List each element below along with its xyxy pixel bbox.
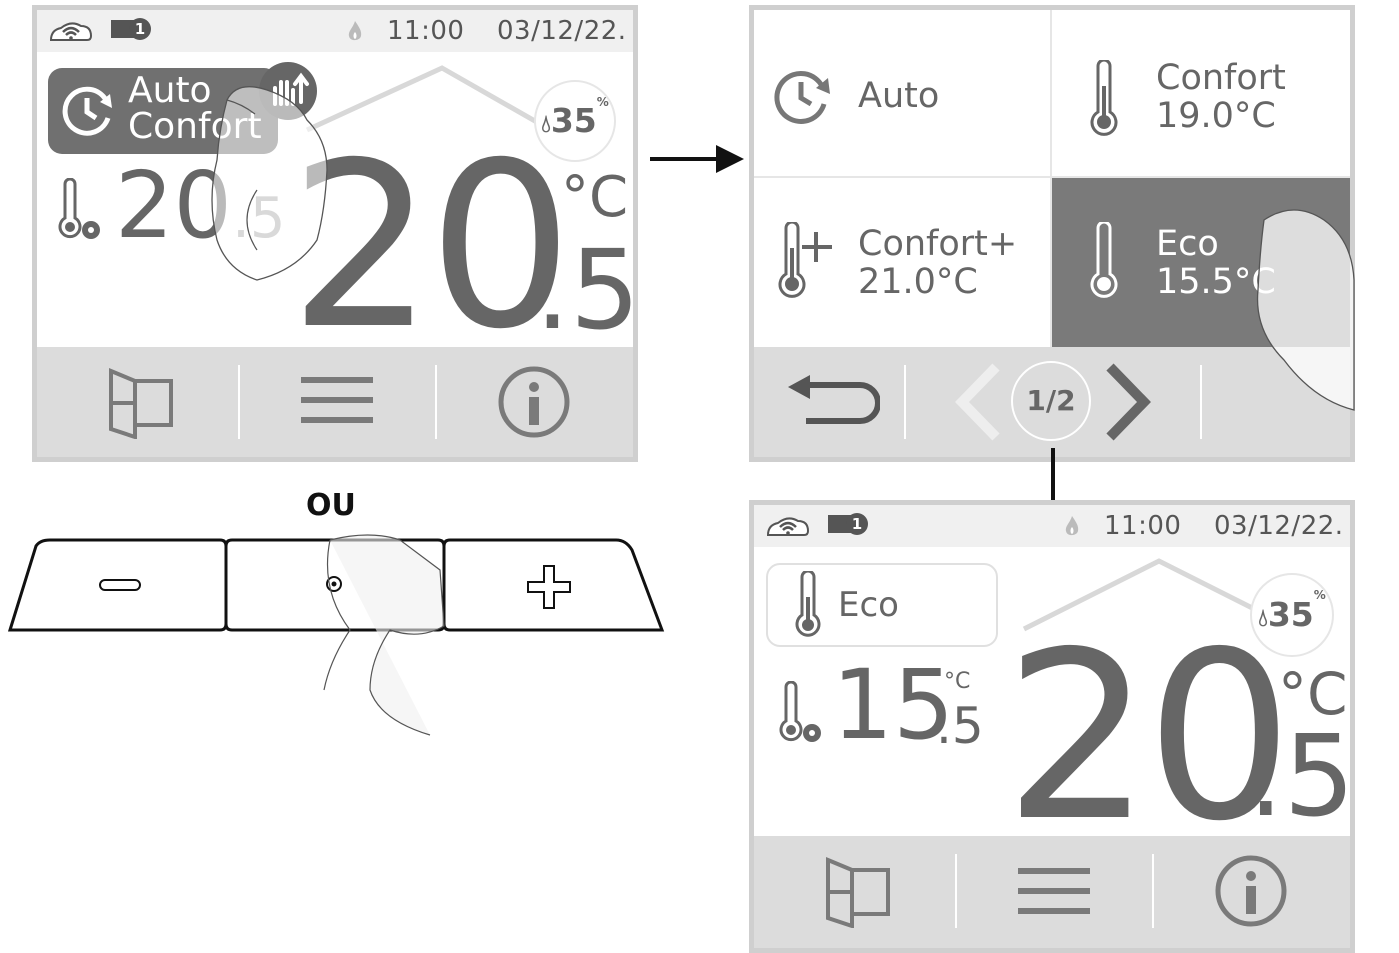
nav-divider bbox=[904, 365, 906, 439]
info-icon[interactable] bbox=[1214, 854, 1288, 928]
mode-tile-confort-plus[interactable]: Confort+ 21.0°C bbox=[754, 178, 1052, 348]
thermostat-home-screen: 1 11:00 03/12/22. Auto Confort 💧︎35% 20.… bbox=[32, 5, 640, 462]
room-temperature-int: 20 bbox=[289, 113, 573, 379]
flame-icon bbox=[348, 21, 362, 41]
mode-label: Eco bbox=[838, 585, 899, 625]
minus-button[interactable] bbox=[24, 538, 222, 630]
mode-tile-label: Auto bbox=[858, 76, 940, 116]
nav-divider bbox=[238, 365, 240, 439]
mode-tile-auto[interactable]: Auto bbox=[754, 10, 1052, 178]
center-button[interactable] bbox=[228, 538, 440, 630]
mode-tile-eco[interactable]: Eco 15.5°C bbox=[1052, 178, 1350, 348]
nav-divider bbox=[1152, 854, 1154, 928]
mode-tile-label: Confort bbox=[1156, 58, 1286, 98]
minus-icon bbox=[99, 579, 141, 591]
wifi-icon bbox=[49, 22, 93, 41]
auto-clock-icon bbox=[62, 86, 112, 136]
thermometer-icon bbox=[795, 571, 821, 637]
thermometer-plus-icon bbox=[778, 222, 832, 298]
nav-divider bbox=[1200, 365, 1202, 439]
override-icon[interactable] bbox=[259, 62, 317, 120]
setpoint-int: 20 bbox=[115, 152, 233, 259]
humidity-unit: % bbox=[596, 95, 609, 109]
room-temperature-int: 20 bbox=[1004, 602, 1293, 872]
nav-divider bbox=[435, 365, 437, 439]
room-temperature-dec: .5 bbox=[535, 226, 640, 354]
program-badge: 1 bbox=[846, 513, 868, 535]
mode-tile-label: Confort+ bbox=[858, 224, 1018, 264]
setpoint-thermometer-icon bbox=[779, 681, 821, 742]
mode-line-confort: Confort bbox=[128, 106, 262, 147]
status-time: 11:00 bbox=[387, 16, 465, 46]
thermometer-icon bbox=[1090, 60, 1118, 136]
mode-tile-value: 21.0°C bbox=[858, 262, 978, 302]
window-icon[interactable] bbox=[105, 367, 175, 439]
flame-icon bbox=[1065, 516, 1079, 536]
mode-line-auto: Auto bbox=[128, 70, 212, 111]
room-temperature-dec: .5 bbox=[1248, 712, 1355, 842]
mode-tile-confort[interactable]: Confort 19.0°C bbox=[1052, 10, 1350, 178]
prev-icon[interactable] bbox=[954, 363, 1004, 441]
status-time: 11:00 bbox=[1104, 511, 1182, 541]
page-indicator: 1/2 bbox=[1011, 361, 1091, 441]
mode-selection-screen: Auto Confort 19.0°C Confort+ 21.0°C Eco … bbox=[749, 5, 1355, 462]
mode-tile-value: 15.5°C bbox=[1156, 262, 1276, 302]
bottom-nav bbox=[754, 836, 1350, 948]
status-date: 03/12/22. bbox=[1214, 511, 1344, 541]
menu-icon[interactable] bbox=[1016, 864, 1092, 920]
humidity-unit: % bbox=[1313, 588, 1326, 602]
menu-icon[interactable] bbox=[299, 373, 375, 429]
setpoint-dec: .5 bbox=[936, 697, 984, 755]
program-badge: 1 bbox=[129, 18, 151, 40]
window-icon[interactable] bbox=[822, 856, 892, 928]
wifi-icon bbox=[766, 517, 810, 536]
room-temperature-unit: °C bbox=[1278, 660, 1348, 728]
setpoint-dec: .5 bbox=[232, 186, 286, 251]
thermostat-eco-screen: 1 11:00 03/12/22. Eco 💧︎35% 15 .5 °C 20 … bbox=[749, 500, 1355, 953]
mode-button[interactable]: Auto Confort bbox=[48, 68, 278, 154]
mode-button[interactable]: Eco bbox=[766, 563, 998, 647]
or-label: OU bbox=[306, 488, 356, 523]
bottom-nav: 1/2 bbox=[754, 347, 1350, 457]
mode-tile-label: Eco bbox=[1156, 224, 1219, 264]
info-icon[interactable] bbox=[497, 365, 571, 439]
center-icon bbox=[326, 576, 342, 592]
plus-button[interactable] bbox=[446, 538, 642, 630]
mode-tile-value: 19.0°C bbox=[1156, 96, 1276, 136]
status-date: 03/12/22. bbox=[497, 16, 627, 46]
status-bar: 1 11:00 03/12/22. bbox=[37, 10, 633, 52]
bottom-nav bbox=[37, 347, 633, 457]
setpoint-unit: °C bbox=[944, 669, 971, 694]
thermometer-icon bbox=[1090, 222, 1118, 298]
setpoint-value: 20.5 bbox=[115, 160, 286, 252]
setpoint-thermometer-icon bbox=[58, 178, 100, 239]
next-icon[interactable] bbox=[1102, 363, 1152, 441]
nav-divider bbox=[955, 854, 957, 928]
auto-clock-icon bbox=[774, 71, 830, 124]
arrow-right-icon bbox=[650, 145, 744, 173]
room-temperature-unit: °C bbox=[561, 165, 629, 230]
back-icon[interactable] bbox=[784, 375, 880, 429]
plus-icon bbox=[527, 565, 571, 609]
status-bar: 1 11:00 03/12/22. bbox=[754, 505, 1350, 547]
